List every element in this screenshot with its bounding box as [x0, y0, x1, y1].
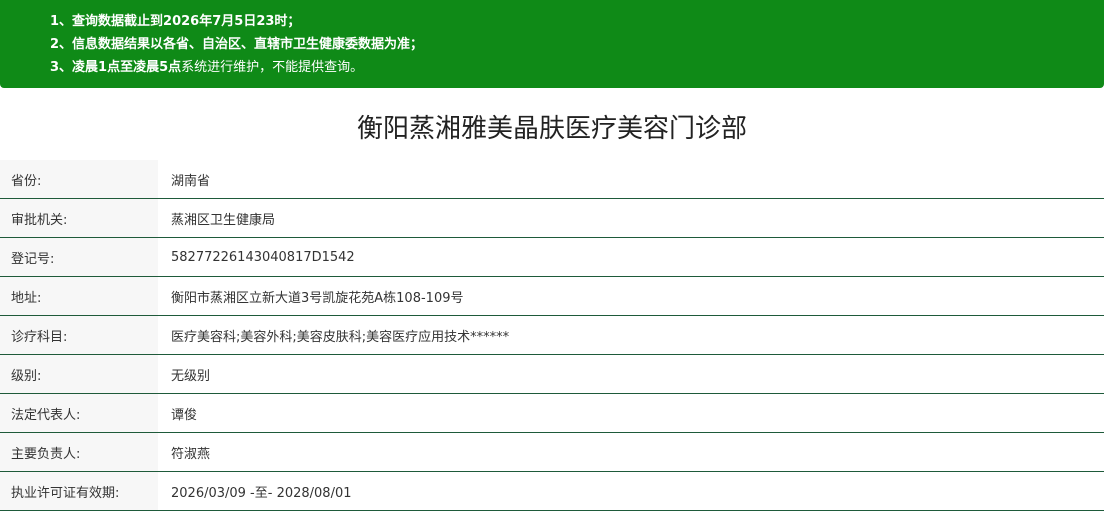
row-value-approval-authority: 蒸湘区卫生健康局 — [158, 198, 1104, 238]
row-label-address: 地址: — [0, 276, 158, 316]
table-row: 省份: 湖南省 — [0, 160, 1104, 199]
notice-line-1-date: 2026年7月5日23时； — [163, 14, 301, 29]
row-label-level: 级别: — [0, 354, 158, 394]
table-row: 法定代表人: 谭俊 — [0, 393, 1104, 433]
row-label-principal: 主要负责人: — [0, 432, 158, 472]
notice-line-2-text: 2、信息数据结果以各省、自治区、直辖市卫生健康委数据为准； — [50, 37, 424, 52]
table-row: 级别: 无级别 — [0, 354, 1104, 394]
row-label-license-validity: 执业许可证有效期: — [0, 471, 158, 511]
row-value-level: 无级别 — [158, 354, 1104, 394]
page-title: 衡阳蒸湘雅美晶肤医疗美容门诊部 — [356, 114, 747, 144]
notice-line-3-suffix: 系统进行维护，不能提供查询。 — [181, 60, 364, 75]
row-label-departments: 诊疗科目: — [0, 315, 158, 355]
table-row: 审批机关: 蒸湘区卫生健康局 — [0, 198, 1104, 238]
row-label-legal-representative: 法定代表人: — [0, 393, 158, 433]
row-label-registration-number: 登记号: — [0, 237, 158, 277]
row-value-address: 衡阳市蒸湘区立新大道3号凯旋花苑A栋108-109号 — [158, 276, 1104, 316]
notice-line-1: 1、查询数据截止到2026年7月5日23时； — [50, 10, 1104, 33]
table-row: 主要负责人: 符淑燕 — [0, 432, 1104, 472]
table-row: 地址: 衡阳市蒸湘区立新大道3号凯旋花苑A栋108-109号 — [0, 276, 1104, 316]
row-value-registration-number: 58277226143040817D1542 — [158, 237, 1104, 277]
row-value-province: 湖南省 — [158, 160, 1104, 199]
notice-line-3-time: 凌晨1点至凌晨5点 — [72, 60, 182, 75]
row-label-province: 省份: — [0, 160, 158, 199]
table-row: 诊疗科目: 医疗美容科;美容外科;美容皮肤科;美容医疗应用技术****** — [0, 315, 1104, 355]
table-row: 执业许可证有效期: 2026/03/09 -至- 2028/08/01 — [0, 471, 1104, 511]
row-value-license-validity: 2026/03/09 -至- 2028/08/01 — [158, 471, 1104, 511]
notice-banner: 1、查询数据截止到2026年7月5日23时； 2、信息数据结果以各省、自治区、直… — [0, 0, 1104, 88]
info-table: 省份: 湖南省 审批机关: 蒸湘区卫生健康局 登记号: 582772261430… — [0, 160, 1104, 511]
row-value-legal-representative: 谭俊 — [158, 393, 1104, 433]
table-row: 登记号: 58277226143040817D1542 — [0, 237, 1104, 277]
row-value-principal: 符淑燕 — [158, 432, 1104, 472]
notice-line-3-prefix: 3、 — [50, 60, 73, 75]
row-value-departments: 医疗美容科;美容外科;美容皮肤科;美容医疗应用技术****** — [158, 315, 1104, 355]
row-label-approval-authority: 审批机关: — [0, 198, 158, 238]
notice-line-3: 3、凌晨1点至凌晨5点系统进行维护，不能提供查询。 — [50, 56, 1104, 79]
notice-line-2: 2、信息数据结果以各省、自治区、直辖市卫生健康委数据为准； — [50, 33, 1104, 56]
notice-line-1-prefix: 1、查询数据截止到 — [50, 14, 164, 29]
